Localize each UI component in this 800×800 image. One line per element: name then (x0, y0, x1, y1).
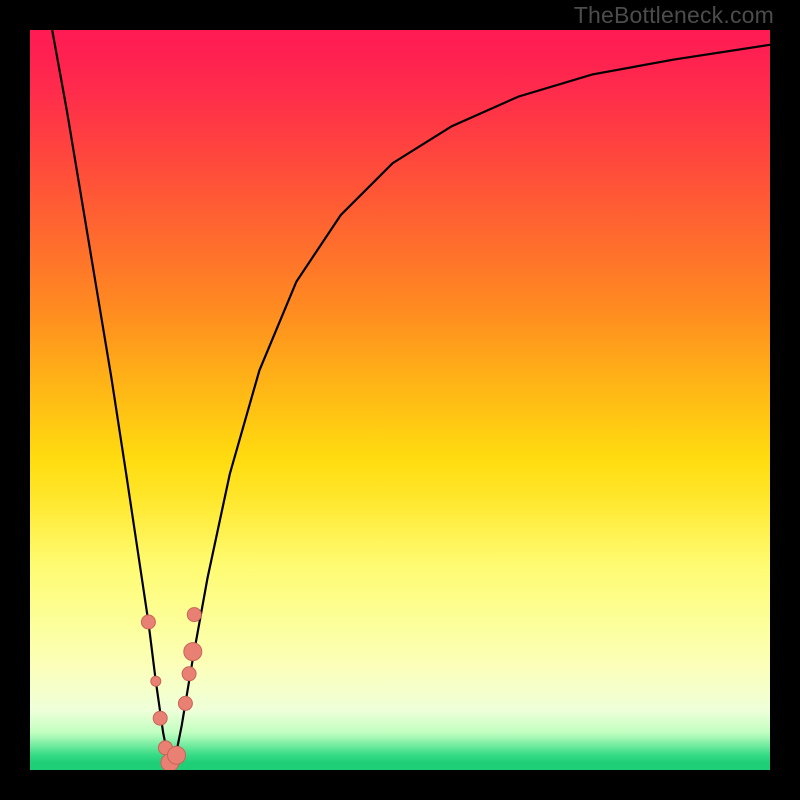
datapoint (182, 667, 196, 681)
datapoint (178, 696, 192, 710)
datapoint (141, 615, 155, 629)
chart-canvas (30, 30, 770, 770)
datapoint (153, 711, 167, 725)
site-watermark: TheBottleneck.com (574, 2, 774, 29)
datapoint (184, 643, 202, 661)
datapoint (168, 746, 186, 764)
plot-area (30, 30, 770, 770)
datapoint (187, 608, 201, 622)
chart-frame: TheBottleneck.com (0, 0, 800, 800)
datapoint (151, 676, 161, 686)
bottleneck-curve (52, 30, 770, 763)
